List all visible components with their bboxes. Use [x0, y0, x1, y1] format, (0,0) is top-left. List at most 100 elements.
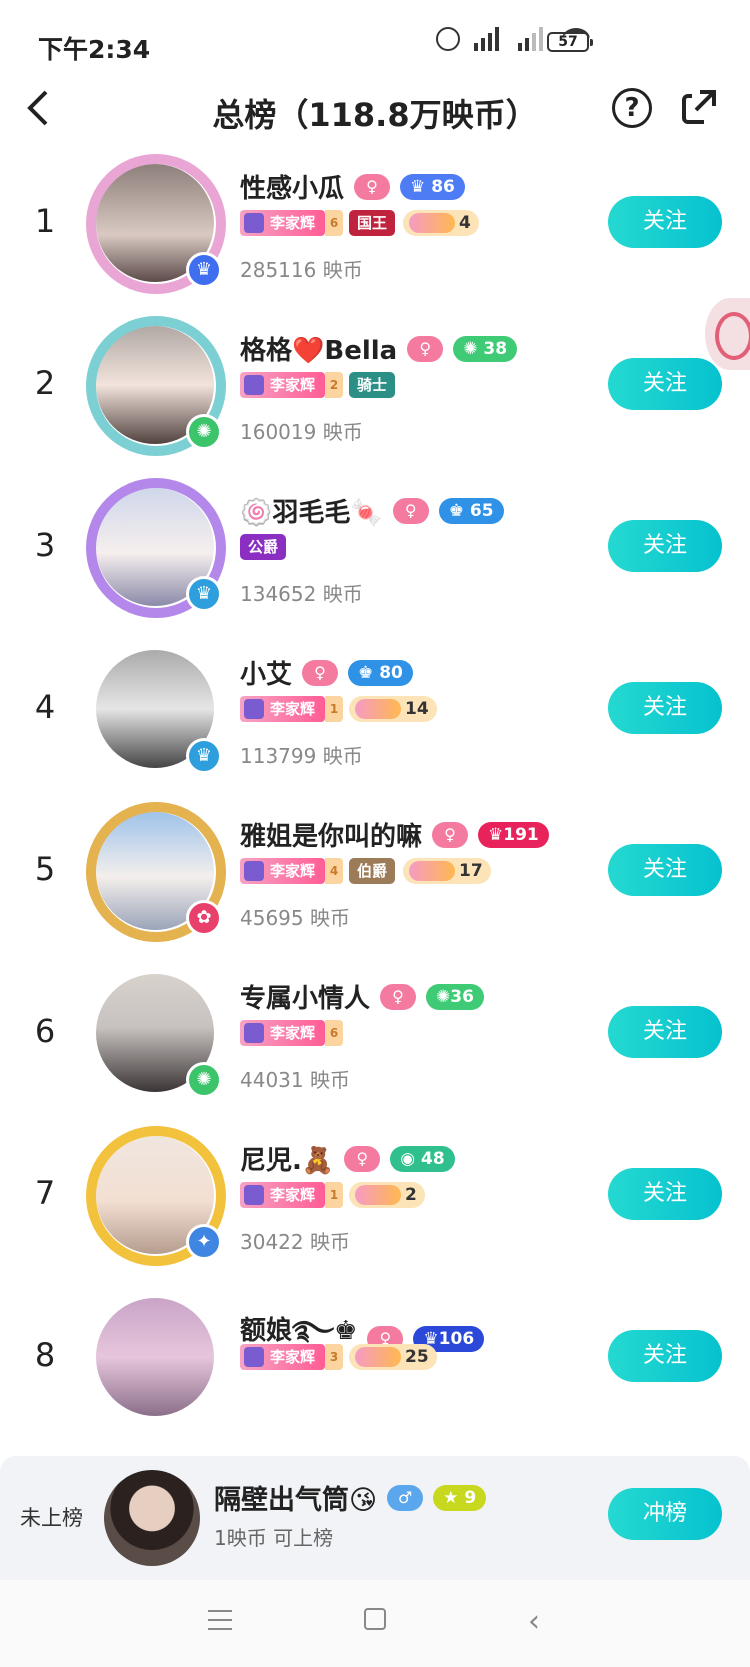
male-icon: ♂: [387, 1484, 424, 1511]
list-item: 3 ♛ 🍥羽毛毛🍬 ♀ ♚ 65 公爵 134652 映币 关注: [0, 470, 750, 642]
level-value: 191: [503, 824, 539, 845]
avatar[interactable]: ♛: [86, 640, 226, 780]
female-icon: ♀: [432, 821, 469, 848]
medal-row: 李家辉 2 骑士: [240, 370, 396, 400]
status-time: 下午2:34: [38, 35, 151, 64]
level-badge: ♚ 65: [438, 497, 504, 524]
ranking-list: 1 ♛ 性感小瓜 ♀ ♛ 86 李家辉 6 国王 4 285116 映币 关注 2…: [0, 146, 750, 1456]
medal-row: 李家辉 1 2: [240, 1180, 425, 1210]
guard-medal: 李家辉 2: [240, 372, 344, 398]
guard-medal-label: 李家辉: [270, 1348, 316, 1366]
user-name: 隔壁出气筒😘 ♂ ★ 9: [214, 1478, 487, 1517]
follow-button[interactable]: 关注: [608, 358, 722, 410]
user-name-text: 尼児.🧸: [240, 1146, 335, 1176]
user-name-text: 🍥羽毛毛🍬: [240, 498, 383, 528]
follow-button[interactable]: 关注: [608, 520, 722, 572]
gift-medal: 2: [349, 1182, 425, 1208]
avatar[interactable]: ✺: [86, 316, 226, 456]
back-icon[interactable]: ‹: [528, 1604, 540, 1639]
guard-medal-level: 1: [325, 1182, 344, 1208]
unicorn-badge-icon: ✦: [186, 1224, 222, 1260]
rank-number: 7: [34, 1174, 56, 1212]
gift-medal: 25: [349, 1344, 437, 1370]
guard-medal: 李家辉 1: [240, 696, 344, 722]
rank-number: 8: [34, 1336, 56, 1374]
coin-count: 160019 映币: [240, 420, 363, 444]
level-value: 86: [431, 176, 455, 197]
alarm-icon: [436, 27, 460, 51]
follow-button[interactable]: 关注: [608, 1006, 722, 1058]
level-value: 9: [464, 1487, 477, 1508]
user-name-text: 格格❤️Bella: [240, 336, 398, 366]
user-name-text: 小艾: [240, 660, 293, 690]
question-icon: ?: [624, 93, 640, 123]
user-name: 🍥羽毛毛🍬 ♀ ♚ 65: [240, 492, 504, 529]
avatar[interactable]: ✺: [86, 964, 226, 1104]
user-name: 小艾 ♀ ♚ 80: [240, 654, 413, 691]
avatar[interactable]: [86, 1288, 226, 1428]
avatar[interactable]: ♛: [86, 478, 226, 618]
list-item: 4 ♛ 小艾 ♀ ♚ 80 李家辉 1 14 113799 映币 关注: [0, 632, 750, 804]
guard-medal: 李家辉 1: [240, 1182, 344, 1208]
guard-medal-label: 李家辉: [270, 214, 316, 232]
help-button[interactable]: ?: [612, 88, 652, 128]
coin-count: 44031 映币: [240, 1068, 350, 1092]
list-item: 5 ✿ 雅姐是你叫的嘛 ♀ ♛191 李家辉 4 伯爵 17 45695 映币 关…: [0, 794, 750, 966]
coin-count: 285116 映币: [240, 258, 363, 282]
floating-widget[interactable]: [705, 298, 750, 370]
medal-row: 李家辉 6: [240, 1018, 344, 1048]
guard-medal: 李家辉 4: [240, 858, 344, 884]
guard-medal-level: 6: [325, 210, 344, 236]
medal-row: 李家辉 3 25: [240, 1342, 437, 1372]
list-item: 1 ♛ 性感小瓜 ♀ ♛ 86 李家辉 6 国王 4 285116 映币 关注: [0, 146, 750, 318]
coin-count: 45695 映币: [240, 906, 350, 930]
rank-number: 6: [34, 1012, 56, 1050]
user-name: 专属小情人 ♀ ✺36: [240, 978, 484, 1015]
menu-icon[interactable]: [208, 1610, 232, 1630]
gift-medal: 14: [349, 696, 437, 722]
rank-number: 4: [34, 688, 56, 726]
avatar[interactable]: ♛: [86, 154, 226, 294]
follow-button[interactable]: 关注: [608, 196, 722, 248]
level-badge: ✺ 38: [453, 335, 518, 362]
user-name-text: 隔壁出气筒😘: [214, 1485, 378, 1516]
follow-button[interactable]: 关注: [608, 844, 722, 896]
medal-row: 公爵: [240, 532, 287, 562]
follow-button[interactable]: 关注: [608, 1330, 722, 1382]
coin-count: 113799 映币: [240, 744, 363, 768]
follow-button[interactable]: 关注: [608, 1168, 722, 1220]
level-value: 38: [483, 338, 508, 359]
sun-badge-icon: ✺: [186, 414, 222, 450]
rush-rank-button[interactable]: 冲榜: [608, 1488, 722, 1540]
flower-badge-icon: ✿: [186, 900, 222, 936]
avatar[interactable]: ✦: [86, 1126, 226, 1266]
guard-medal-level: 1: [325, 696, 344, 722]
follow-button[interactable]: 关注: [608, 682, 722, 734]
level-value: 65: [469, 500, 494, 521]
my-rank-bar: 未上榜 隔壁出气筒😘 ♂ ★ 9 1映币 可上榜 冲榜: [0, 1456, 750, 1580]
gift-medal: 17: [403, 858, 491, 884]
user-name-text: 专属小情人: [240, 984, 371, 1014]
level-value: 106: [438, 1328, 475, 1349]
avatar[interactable]: ✿: [86, 802, 226, 942]
list-item: 2 ✺ 格格❤️Bella ♀ ✺ 38 李家辉 2 骑士 160019 映币 关…: [0, 308, 750, 480]
crown-badge-icon: ♛: [186, 252, 222, 288]
user-name: 尼児.🧸 ♀ ◉ 48: [240, 1140, 455, 1177]
level-badge: ✺36: [426, 983, 484, 1010]
guard-medal-label: 李家辉: [270, 376, 316, 394]
system-nav-bar: ‹: [0, 1580, 750, 1667]
coin-count: 134652 映币: [240, 582, 363, 606]
level-value: 36: [450, 986, 474, 1007]
guard-medal-label: 李家辉: [270, 1024, 316, 1042]
share-button[interactable]: [680, 88, 718, 126]
level-value: 48: [421, 1148, 445, 1169]
avatar[interactable]: [104, 1470, 200, 1566]
user-name: 格格❤️Bella ♀ ✺ 38: [240, 330, 518, 367]
not-ranked-label: 未上榜: [20, 1506, 83, 1530]
home-icon[interactable]: [364, 1608, 386, 1630]
female-icon: ♀: [354, 173, 391, 200]
title-medal: 伯爵: [349, 858, 396, 884]
medal-row: 李家辉 4 伯爵 17: [240, 856, 491, 886]
guard-medal-label: 李家辉: [270, 700, 316, 718]
crown-badge-icon: ♛: [186, 738, 222, 774]
